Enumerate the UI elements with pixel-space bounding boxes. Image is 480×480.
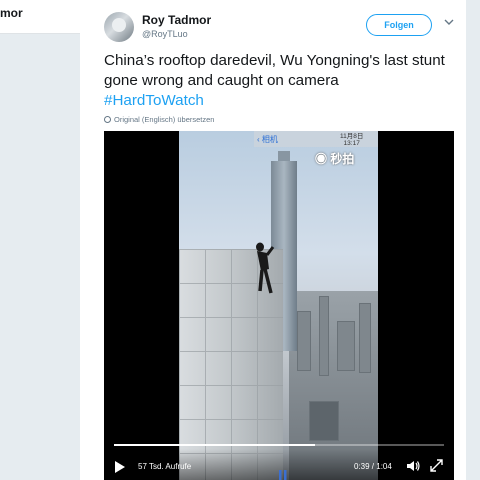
video-time: 0:39 / 1:04 <box>354 462 392 471</box>
background-left-panel: mor <box>0 0 80 480</box>
camera-back-label: ‹ 相机 <box>257 135 278 144</box>
progress-bar[interactable] <box>114 444 444 446</box>
chevron-down-icon[interactable] <box>444 17 454 27</box>
background-header-label: mor <box>0 6 23 20</box>
view-count: 57 Tsd. Aufrufe <box>138 462 192 471</box>
watermark-label: 秒拍 <box>330 152 355 166</box>
camera-app-topbar: ‹ 相机 11月8日 13:17 <box>254 131 378 147</box>
camera-time: 13:17 <box>343 140 360 147</box>
fullscreen-icon[interactable] <box>430 459 443 472</box>
camera-date: 11月8日 <box>340 133 364 140</box>
play-icon[interactable] <box>114 460 126 474</box>
translate-link[interactable]: Original (Englisch) übersetzen <box>104 115 214 124</box>
progress-fill <box>114 444 316 446</box>
tweet-text: China’s rooftop daredevil, Wu Yongning's… <box>104 51 454 111</box>
volume-icon[interactable] <box>406 459 420 473</box>
translate-label: Original (Englisch) übersetzen <box>114 115 215 124</box>
globe-icon <box>104 116 111 123</box>
hashtag-link[interactable]: #HardToWatch <box>104 91 454 111</box>
video-player[interactable]: ‹ 相机 11月8日 13:17 ◉ 秒拍 57 Tsd. Aufrufe 0:… <box>104 131 454 480</box>
background-right-panel <box>466 0 480 480</box>
avatar[interactable] <box>104 12 134 42</box>
camera-datetime: 11月8日 13:17 <box>340 133 363 147</box>
pause-icon <box>279 470 287 480</box>
tweet-card: Roy Tadmor @RoyTLuo Folgen China’s rooft… <box>80 0 466 480</box>
camera-icon: ◉ <box>315 152 328 166</box>
video-watermark: ◉ 秒拍 <box>315 150 354 167</box>
video-frame: ‹ 相机 11月8日 13:17 ◉ 秒拍 <box>179 131 378 480</box>
author-handle[interactable]: @RoyTLuo <box>142 29 188 39</box>
climber-figure <box>256 242 275 294</box>
background-header: mor <box>0 0 80 34</box>
tweet-body: China’s rooftop daredevil, Wu Yongning's… <box>104 52 445 89</box>
follow-button[interactable]: Folgen <box>366 14 432 36</box>
author-name[interactable]: Roy Tadmor <box>142 13 211 27</box>
